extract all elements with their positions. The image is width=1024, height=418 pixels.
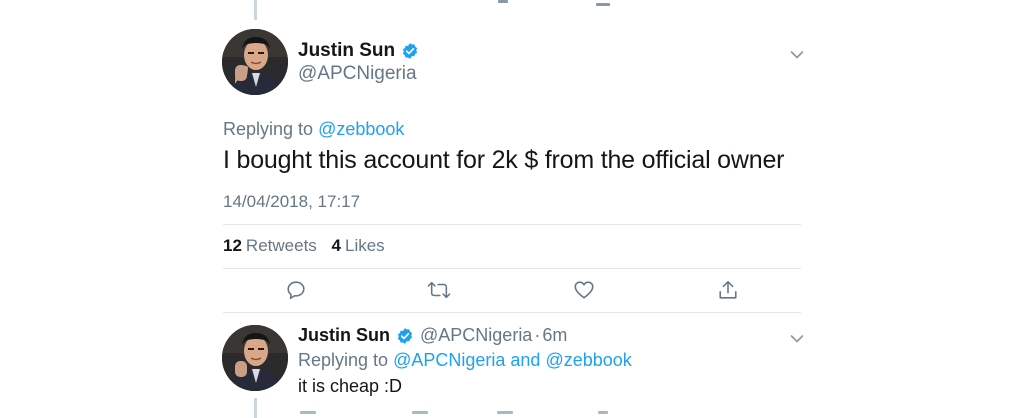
reply-button[interactable] [283,277,309,303]
tweet-stats: 12 Retweets 4 Likes [223,236,395,256]
retweet-button[interactable] [426,277,452,303]
likes-stat[interactable]: 4 Likes [332,236,395,255]
replying-to: Replying to @zebbook [223,119,404,140]
heart-icon [574,281,594,299]
verified-badge-icon [396,327,414,345]
retweets-stat[interactable]: 12 Retweets [223,236,332,255]
tweet-text: I bought this account for 2k $ from the … [223,146,785,174]
cropped-retweet-icon [412,411,428,414]
avatar[interactable] [222,325,288,391]
divider [223,312,801,313]
avatar-image [222,325,288,391]
likes-label: Likes [345,236,385,255]
author-name[interactable]: Justin Sun [298,40,395,62]
author-name[interactable]: Justin Sun [298,325,390,346]
retweets-label: Retweets [245,236,317,255]
mention-link[interactable]: @zebbook [318,119,404,139]
cropped-heart-icon [497,411,513,414]
tweet-timestamp[interactable]: 14/04/2018, 17:17 [223,192,360,212]
mention-link[interactable]: @APCNigeria [393,350,505,370]
tweet-text: it is cheap :D [298,376,403,396]
mention-link[interactable]: @zebbook [545,350,631,370]
share-icon [719,280,737,299]
retweets-count: 12 [223,236,242,255]
author-name-row: Justin Sun @APCNigeria · 6m [298,325,567,346]
replying-to-label: Replying to [298,350,389,370]
verified-badge-icon [401,42,419,60]
cropped-share-icon [598,411,608,414]
tweet-time-ago[interactable]: 6m [542,325,567,346]
author-name-row: Justin Sun [298,40,419,62]
cropped-share-icon [596,3,610,6]
like-button[interactable] [571,277,597,303]
replying-and: and [510,350,541,370]
share-button[interactable] [715,277,741,303]
retweet-icon [427,281,451,299]
reply-icon [287,281,305,300]
replying-to-label: Replying to [223,119,314,139]
divider [223,224,801,225]
separator-dot: · [534,325,541,345]
cropped-reply-icon [300,411,316,414]
previous-tweet-actions-cropped [0,0,1024,8]
thread-connector-bottom [254,398,257,418]
chevron-down-icon[interactable] [790,331,804,343]
cropped-retweet-icon [498,0,508,3]
author-handle[interactable]: @APCNigeria [298,63,417,85]
likes-count: 4 [331,236,341,255]
author-handle[interactable]: @APCNigeria [420,325,532,346]
replying-to: Replying to @APCNigeria and @zebbook [298,350,632,371]
divider [223,268,801,269]
avatar-image [222,29,288,95]
avatar[interactable] [222,29,288,95]
chevron-down-icon[interactable] [790,47,804,59]
